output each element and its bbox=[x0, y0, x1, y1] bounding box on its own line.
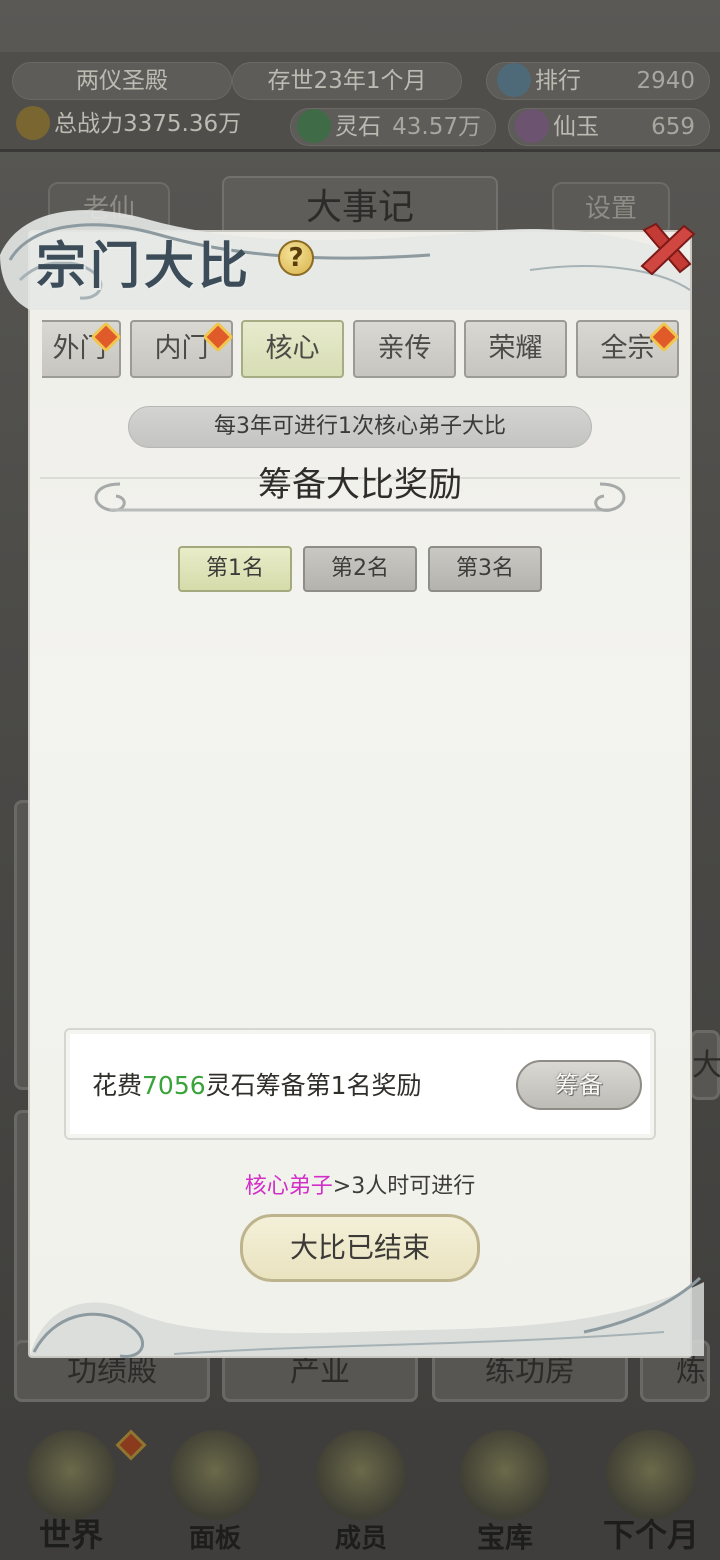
nav-panel-label: 面板 bbox=[188, 1524, 241, 1554]
rank-2-button[interactable]: 第2名 bbox=[303, 546, 417, 592]
help-icon[interactable]: ? bbox=[278, 240, 314, 276]
condition-text: 核心弟子>3人时可进行 bbox=[40, 1168, 680, 1200]
tab-inner[interactable]: 内门 bbox=[130, 320, 234, 378]
nav-panel[interactable]: 面板 bbox=[160, 1430, 270, 1554]
cost-prefix: 花费 bbox=[92, 1071, 143, 1100]
power-icon bbox=[16, 105, 50, 140]
dialog-title: 宗门大比 bbox=[36, 236, 252, 295]
tab-personal[interactable]: 亲传 bbox=[353, 320, 456, 378]
cost-text: 花费7056灵石筹备第1名奖励 bbox=[92, 1066, 422, 1102]
rank-pill[interactable]: 排行 2940 bbox=[486, 62, 710, 100]
tab-core[interactable]: 核心 bbox=[241, 320, 344, 378]
tab-core-label: 核心 bbox=[265, 333, 320, 364]
nav-treasury[interactable]: 宝库 bbox=[450, 1430, 560, 1554]
yin-yang-icon bbox=[460, 1430, 550, 1520]
section-title: 筹备大比奖励 bbox=[258, 465, 462, 505]
nav-next-month-label: 下个月 bbox=[602, 1516, 699, 1554]
dialog-tabs: 外门 内门 核心 亲传 荣耀 全宗 bbox=[42, 320, 682, 378]
jade-value: 659 bbox=[651, 114, 695, 140]
condition-rest: >3人时可进行 bbox=[332, 1174, 476, 1199]
jade-label: 仙玉 bbox=[553, 114, 599, 140]
prepare-button[interactable]: 筹备 bbox=[516, 1060, 642, 1110]
power-pill: 总战力3375.36万 bbox=[12, 105, 274, 144]
nav-members[interactable]: 成员 bbox=[306, 1430, 416, 1554]
tab-personal-label: 亲传 bbox=[377, 333, 432, 364]
nav-world-label: 世界 bbox=[38, 1516, 103, 1554]
nav-next-month[interactable]: 下个月 bbox=[588, 1430, 714, 1554]
tab-whole-sect-label: 全宗 bbox=[600, 333, 655, 364]
cost-amount: 7056 bbox=[142, 1071, 206, 1100]
tab-honor[interactable]: 荣耀 bbox=[464, 320, 567, 378]
bg-side-char: 大 bbox=[692, 1048, 720, 1083]
rank-1-button[interactable]: 第1名 bbox=[178, 546, 292, 592]
game-date: 存世23年1个月 bbox=[232, 62, 462, 100]
nav-members-label: 成员 bbox=[334, 1524, 387, 1554]
cost-card: 花费7056灵石筹备第1名奖励 筹备 bbox=[64, 1028, 656, 1140]
jade-icon bbox=[515, 108, 549, 143]
power-value: 总战力3375.36万 bbox=[54, 111, 242, 137]
condition-highlight: 核心弟子 bbox=[244, 1174, 333, 1199]
sect-name: 两仪圣殿 bbox=[12, 62, 232, 100]
member-icon bbox=[316, 1430, 406, 1520]
next-month-icon bbox=[606, 1430, 696, 1520]
tournament-info-bar: 每3年可进行1次核心弟子大比 bbox=[128, 406, 592, 448]
nav-treasury-label: 宝库 bbox=[476, 1521, 533, 1554]
close-icon[interactable] bbox=[638, 220, 698, 278]
cost-suffix: 灵石筹备第1名奖励 bbox=[205, 1071, 422, 1100]
rank-3-button[interactable]: 第3名 bbox=[428, 546, 542, 592]
stone-label: 灵石 bbox=[335, 114, 381, 140]
stone-value: 43.57万 bbox=[392, 114, 481, 140]
jade-pill[interactable]: 仙玉 659 bbox=[508, 108, 710, 146]
cloud-footer-decoration bbox=[30, 1276, 704, 1358]
nav-world[interactable]: 世界 bbox=[16, 1429, 147, 1554]
rank-label: 排行 bbox=[535, 68, 581, 94]
scroll-icon bbox=[170, 1430, 260, 1520]
top-status-bar: 两仪圣殿 存世23年1个月 排行 2940 总战力3375.36万 灵石 43.57… bbox=[0, 52, 720, 152]
tab-honor-label: 荣耀 bbox=[488, 333, 543, 364]
tab-outer[interactable]: 外门 bbox=[42, 320, 122, 378]
world-icon bbox=[26, 1430, 116, 1520]
rank-icon bbox=[497, 62, 531, 97]
spirit-stone-icon bbox=[297, 108, 331, 143]
rank-value: 2940 bbox=[636, 68, 695, 94]
tab-inner-label: 内门 bbox=[154, 333, 209, 364]
tab-whole-sect[interactable]: 全宗 bbox=[576, 320, 680, 378]
stone-pill[interactable]: 灵石 43.57万 bbox=[290, 108, 496, 146]
